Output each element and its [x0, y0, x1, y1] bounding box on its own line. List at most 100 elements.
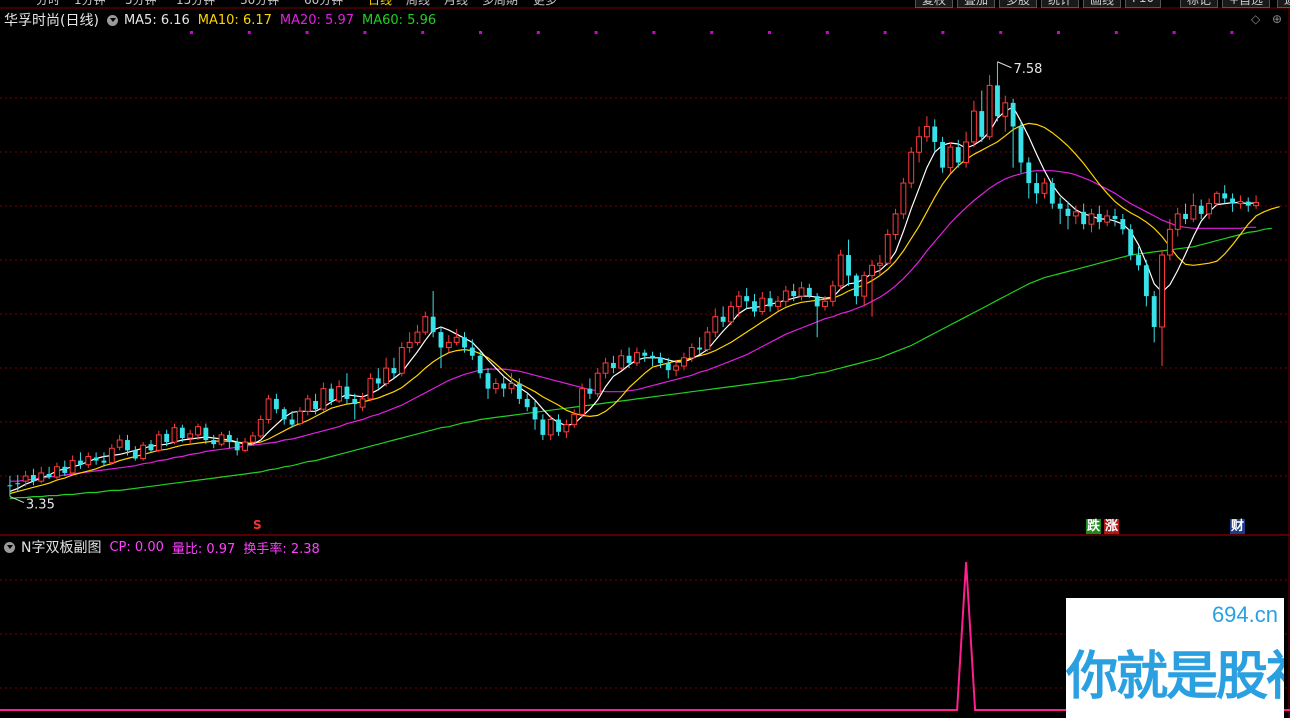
candle-body-78: [618, 355, 625, 369]
indicator-name: N字双板副图: [21, 540, 102, 556]
toolbar-button-5[interactable]: F10: [1125, 0, 1162, 8]
candle-body-159: [1253, 202, 1260, 207]
toolbar-button-4[interactable]: 画线: [1083, 0, 1122, 8]
diamond-icon[interactable]: ◇: [1251, 12, 1260, 26]
candle-body-81: [642, 352, 648, 356]
candle-body-49: [391, 368, 397, 374]
candle-body-83: [658, 357, 663, 363]
candle-body-145: [1143, 265, 1149, 297]
candle-body-138: [1088, 213, 1095, 225]
candle-body-55: [438, 332, 444, 348]
period-dot-7: [594, 31, 598, 34]
candle-body-54: [430, 316, 436, 333]
candle-body-89: [704, 331, 711, 351]
marker-zhang[interactable]: 涨: [1104, 519, 1120, 534]
candle-body-60: [477, 355, 483, 374]
tab-2[interactable]: 5分钟: [125, 0, 157, 8]
period-dot-1: [247, 31, 251, 34]
tab-9[interactable]: 多周期: [482, 0, 518, 8]
candle-body-120: [947, 146, 954, 169]
candle-body-128: [1010, 102, 1016, 127]
ma60-line: [9, 227, 1272, 500]
candle-body-113: [892, 213, 899, 235]
candle-body-82: [650, 355, 656, 358]
candle-body-142: [1120, 219, 1126, 230]
candle-body-119: [940, 141, 946, 168]
candle-body-67: [532, 407, 538, 420]
candle-body-15: [125, 440, 130, 451]
tab-4[interactable]: 30分钟: [240, 0, 279, 8]
period-dot-16: [1114, 31, 1118, 34]
candle-body-148: [1166, 228, 1173, 256]
toolbar-button-7[interactable]: +自选: [1222, 0, 1271, 8]
toolbar-button-2[interactable]: 多股: [999, 0, 1038, 8]
candle-body-150: [1183, 213, 1188, 220]
candle-body-40: [320, 388, 327, 410]
candle-body-29: [234, 442, 240, 451]
marker-cai[interactable]: 财: [1230, 519, 1246, 534]
candle-body-102: [806, 287, 812, 297]
candle-body-30: [242, 441, 248, 451]
candle-body-47: [375, 378, 381, 384]
candle-body-94: [744, 296, 750, 302]
candle-body-116: [916, 136, 922, 153]
candle-body-42: [336, 386, 343, 402]
candle-body-10: [85, 455, 92, 466]
toolbar-button-8[interactable]: 返回: [1277, 0, 1290, 8]
tab-8[interactable]: 月线: [444, 0, 468, 8]
expand-icon[interactable]: ⊕: [1272, 12, 1282, 26]
candle-body-61: [485, 373, 491, 389]
sub-legend-dropdown-icon[interactable]: [4, 541, 15, 553]
candle-body-66: [524, 398, 530, 408]
candle-body-57: [453, 336, 460, 343]
candle-body-129: [1018, 126, 1024, 163]
candle-body-112: [884, 233, 891, 264]
period-dot-14: [999, 31, 1003, 34]
candle-body-23: [187, 433, 194, 439]
marker-die[interactable]: 跌: [1086, 519, 1102, 534]
candle-body-117: [923, 126, 930, 138]
candle-body-126: [995, 85, 1000, 117]
low-label: 3.35: [26, 498, 55, 513]
tab-0[interactable]: 分时: [36, 0, 60, 8]
period-dot-11: [825, 31, 829, 34]
candle-body-86: [681, 357, 687, 367]
high-label: 7.58: [1013, 62, 1042, 77]
candle-body-115: [908, 151, 915, 184]
legend-dropdown-icon[interactable]: [106, 14, 118, 26]
toolbar-button-0[interactable]: 复权: [915, 0, 954, 8]
candle-body-130: [1026, 162, 1032, 184]
candle-body-56: [445, 341, 452, 349]
candle-body-58: [462, 337, 467, 348]
candle-body-32: [257, 418, 264, 437]
tab-10[interactable]: 更多: [533, 0, 557, 8]
candle-body-137: [1081, 211, 1087, 225]
candle-body-33: [265, 398, 272, 420]
period-dot-2: [305, 31, 309, 34]
candle-body-51: [406, 341, 413, 349]
main-legend: 华孚时尚(日线) MA5: 6.16 MA10: 6.17 MA20: 5.97…: [4, 11, 444, 30]
toolbar-button-3[interactable]: 统计: [1041, 0, 1080, 8]
candle-body-147: [1159, 254, 1165, 328]
tab-5[interactable]: 60分钟: [304, 0, 343, 8]
tab-1[interactable]: 1分钟: [74, 0, 106, 8]
tab-6[interactable]: 日线: [368, 0, 392, 8]
candle-body-121: [955, 147, 961, 163]
candle-body-68: [540, 419, 546, 435]
ma10-value: MA10: 6.17: [197, 12, 272, 28]
candle-body-98: [775, 300, 781, 307]
toolbar-button-6[interactable]: 标记: [1180, 0, 1219, 8]
period-dot-18: [1230, 31, 1234, 34]
toolbar-button-1[interactable]: 叠加: [957, 0, 996, 8]
candle-body-146: [1151, 296, 1157, 327]
candle-body-0: [7, 485, 13, 487]
candle-body-46: [367, 377, 374, 400]
candle-body-9: [78, 460, 83, 465]
candle-body-22: [179, 427, 185, 438]
marker-s[interactable]: S: [252, 518, 263, 533]
candle-body-93: [735, 295, 742, 307]
tab-3[interactable]: 15分钟: [176, 0, 215, 8]
tab-7[interactable]: 周线: [406, 0, 430, 8]
ma5-value: MA5: 6.16: [123, 12, 190, 28]
candle-body-69: [547, 418, 554, 436]
